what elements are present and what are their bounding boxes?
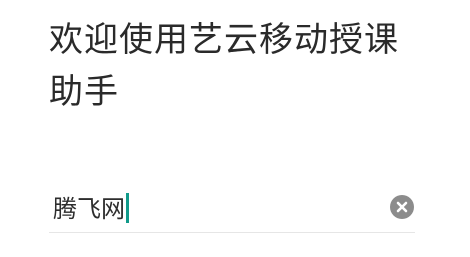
welcome-title: 欢迎使用艺云移动授课助手 [49,20,399,112]
clear-input-button[interactable] [390,195,414,219]
input-value[interactable]: 腾飞网 [53,192,129,226]
text-cursor [126,193,129,223]
clear-circle-x-icon [396,201,408,213]
input-text: 腾飞网 [53,195,125,223]
text-input-field[interactable]: 腾飞网 [49,188,415,233]
